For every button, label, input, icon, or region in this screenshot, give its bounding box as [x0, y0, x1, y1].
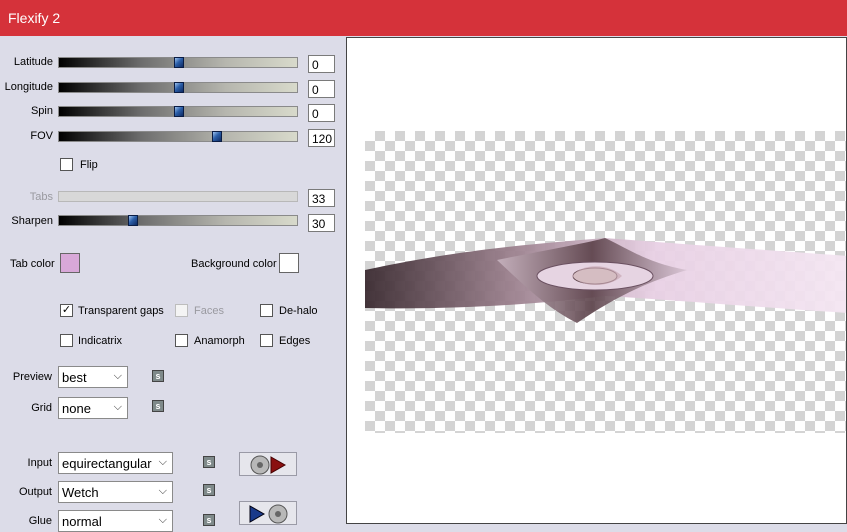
sharpen-value-field[interactable]: 30	[308, 214, 335, 232]
transparent-gaps-label: Transparent gaps	[78, 305, 164, 317]
background-color-label: Background color	[191, 258, 277, 270]
tab-color-label: Tab color	[10, 258, 55, 270]
longitude-label: Longitude	[4, 81, 53, 93]
grid-select[interactable]: none ⌵	[58, 397, 128, 419]
preview-select[interactable]: best ⌵	[58, 366, 128, 388]
chevron-down-icon: ⌵	[158, 485, 167, 497]
output-select[interactable]: Wetch ⌵	[58, 481, 173, 503]
de-halo-label: De-halo	[279, 305, 318, 317]
output-link-icon[interactable]: s	[203, 484, 215, 496]
tabs-label: Tabs	[29, 191, 53, 203]
latitude-value-field[interactable]: 0	[308, 55, 335, 73]
sharpen-slider-thumb[interactable]	[128, 215, 138, 226]
anamorph-checkbox[interactable]	[175, 334, 188, 347]
grid-label: Grid	[31, 402, 52, 414]
edges-label: Edges	[279, 335, 311, 347]
input-select-value: equirectangular	[62, 456, 152, 471]
longitude-value-field[interactable]: 0	[308, 80, 335, 98]
spin-label: Spin	[30, 105, 53, 117]
chevron-down-icon: ⌵	[158, 456, 167, 468]
spin-slider[interactable]	[58, 106, 298, 117]
glue-link-icon[interactable]: s	[203, 514, 215, 526]
fov-label: FOV	[30, 130, 53, 142]
tabs-slider[interactable]	[58, 191, 298, 202]
tab-color-swatch[interactable]	[60, 253, 80, 273]
transparent-gaps-checkbox[interactable]: ✓	[60, 304, 73, 317]
sharpen-slider[interactable]	[58, 215, 298, 226]
input-preset-button[interactable]	[239, 452, 297, 476]
glue-label: Glue	[28, 515, 52, 527]
flexify-preview-image	[365, 238, 846, 323]
output-label: Output	[18, 486, 52, 498]
grid-select-value: none	[62, 401, 91, 416]
glue-select-value: normal	[62, 514, 102, 529]
anamorph-label: Anamorph	[194, 335, 245, 347]
flip-checkbox[interactable]	[60, 158, 73, 171]
input-label: Input	[27, 457, 52, 469]
preview-canvas[interactable]	[346, 37, 847, 524]
faces-label: Faces	[194, 305, 224, 317]
disc-arrow-icon	[250, 455, 287, 475]
latitude-slider-thumb[interactable]	[174, 57, 184, 68]
faces-checkbox[interactable]	[175, 304, 188, 317]
input-select[interactable]: equirectangular ⌵	[58, 452, 173, 474]
preview-label: Preview	[12, 371, 52, 383]
edges-checkbox[interactable]	[260, 334, 273, 347]
preview-select-value: best	[62, 370, 87, 385]
window-title: Flexify 2	[8, 10, 61, 26]
tabs-value-field[interactable]: 33	[308, 189, 335, 207]
longitude-slider[interactable]	[58, 82, 298, 93]
indicatrix-checkbox[interactable]	[60, 334, 73, 347]
sharpen-label: Sharpen	[11, 215, 53, 227]
preview-link-icon[interactable]: s	[152, 370, 164, 382]
title-bar: Flexify 2	[0, 0, 847, 36]
grid-link-icon[interactable]: s	[152, 400, 164, 412]
background-color-swatch[interactable]	[279, 253, 299, 273]
chevron-down-icon: ⌵	[113, 401, 122, 413]
flip-label: Flip	[80, 159, 98, 171]
arrow-disc-icon	[249, 504, 288, 524]
latitude-slider[interactable]	[58, 57, 298, 68]
spin-slider-thumb[interactable]	[174, 106, 184, 117]
latitude-label: Latitude	[13, 56, 53, 68]
output-select-value: Wetch	[62, 485, 99, 500]
fov-value-field[interactable]: 120	[308, 129, 335, 147]
input-link-icon[interactable]: s	[203, 456, 215, 468]
glue-select[interactable]: normal ⌵	[58, 510, 173, 532]
spin-value-field[interactable]: 0	[308, 104, 335, 122]
chevron-down-icon: ⌵	[158, 514, 167, 526]
fov-slider-thumb[interactable]	[212, 131, 222, 142]
fov-slider[interactable]	[58, 131, 298, 142]
output-preset-button[interactable]	[239, 501, 297, 525]
indicatrix-label: Indicatrix	[78, 335, 123, 347]
longitude-slider-thumb[interactable]	[174, 82, 184, 93]
de-halo-checkbox[interactable]	[260, 304, 273, 317]
chevron-down-icon: ⌵	[113, 370, 122, 382]
